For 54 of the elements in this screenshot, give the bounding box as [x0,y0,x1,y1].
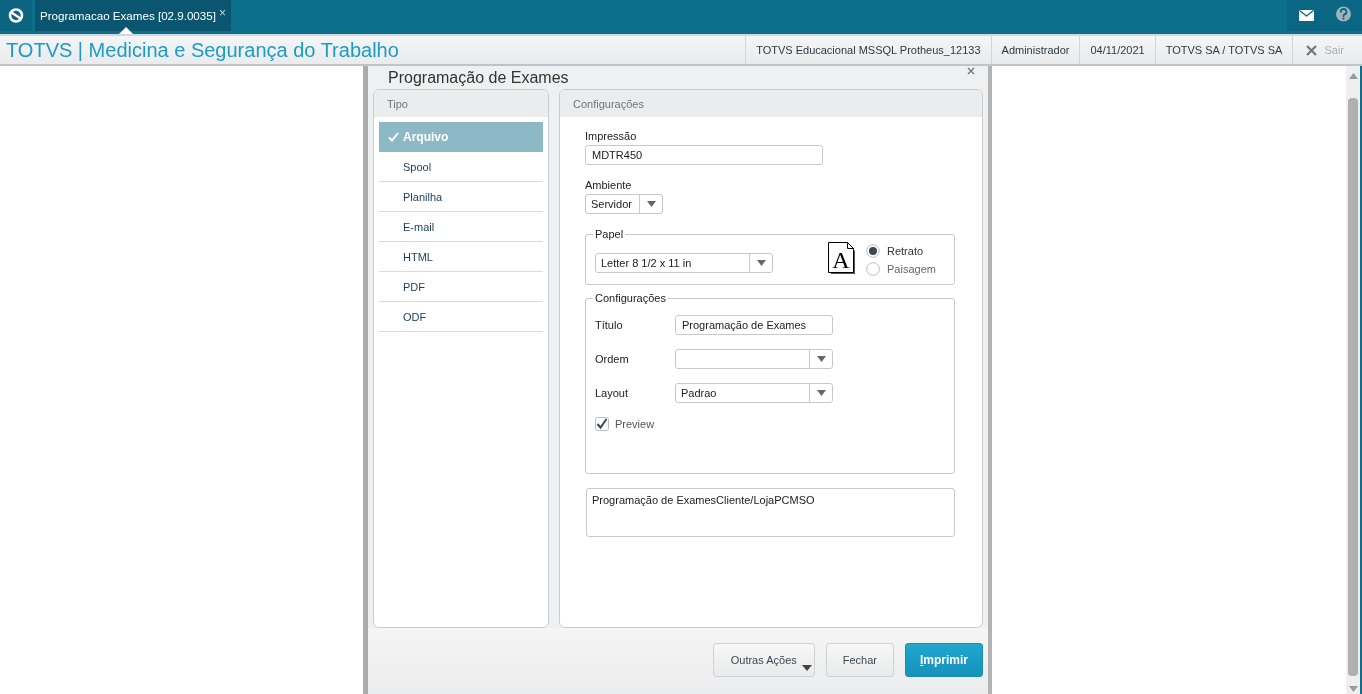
type-list-item[interactable]: ODF [379,302,543,332]
radio-label: Retrato [887,244,924,258]
session-info: Administrador [990,36,1080,64]
input-field[interactable]: Programação de Exames [675,315,833,335]
field-label: Ordem [595,353,629,365]
field-label: Título [595,319,623,331]
dropdown[interactable]: Servidor [585,194,663,214]
checkbox-label: Preview [615,418,655,430]
dropdown[interactable]: Padrao [675,383,833,403]
type-list-item[interactable]: PDF [379,272,543,302]
checkbox[interactable] [595,417,609,431]
scrollbar-thumb[interactable] [1348,98,1358,676]
action-button[interactable]: Outras Ações [712,643,815,677]
type-list-item[interactable]: Planilha [379,182,543,212]
scroll-down-icon[interactable] [1348,686,1358,692]
logo-icon[interactable] [0,0,32,31]
radio-button[interactable] [866,244,880,258]
dropdown[interactable] [675,349,833,369]
app-title: TOTVS | Medicina e Segurança do Trabalho [6,38,399,62]
scrollbar[interactable] [1346,66,1360,694]
radio-button[interactable] [866,262,880,276]
close-icon [1306,44,1318,56]
session-info: TOTVS Educacional MSSQL Protheus_12133 [745,36,991,64]
session-info: 04/11/2021 [1079,36,1155,64]
mail-icon[interactable] [1287,0,1325,31]
action-button[interactable]: Fechar [825,643,894,677]
caret-icon [646,201,656,207]
type-list-item[interactable]: Spool [379,152,543,182]
session-info: TOTVS SA / TOTVS SA [1154,36,1293,64]
help-icon[interactable] [1325,0,1362,31]
field-label: Layout [595,387,629,399]
caret-icon [801,665,812,671]
page-orientation-icon: A [828,242,856,274]
group-legend: Papel [593,227,626,241]
group-legend: Configurações [593,291,668,305]
radio-label: Paisagem [887,262,936,276]
panel-header: Configurações [560,90,982,117]
tab[interactable]: Programacao Exames [02.9.0035] × [35,0,231,31]
type-list-item[interactable]: E-mail [379,212,543,242]
caret-icon [816,390,826,396]
caret-icon [816,356,826,362]
field-label: Impressão [585,129,637,143]
dialog-title: Programação de Exames [388,68,569,87]
caret-icon [756,260,766,266]
type-list-item[interactable]: HTML [379,242,543,272]
text-area[interactable]: Programação de ExamesCliente/LojaPCMSO [586,488,955,537]
tab-close-button[interactable]: × [218,7,226,19]
check-icon [388,132,399,142]
dropdown[interactable]: Letter 8 1/2 x 11 in [595,253,773,273]
input-field[interactable]: MDTR450 [585,145,823,165]
panel-header: Tipo [374,90,548,117]
field-label: Ambiente [585,178,632,192]
close-icon[interactable] [967,67,975,75]
scroll-up-icon[interactable] [1348,73,1358,79]
